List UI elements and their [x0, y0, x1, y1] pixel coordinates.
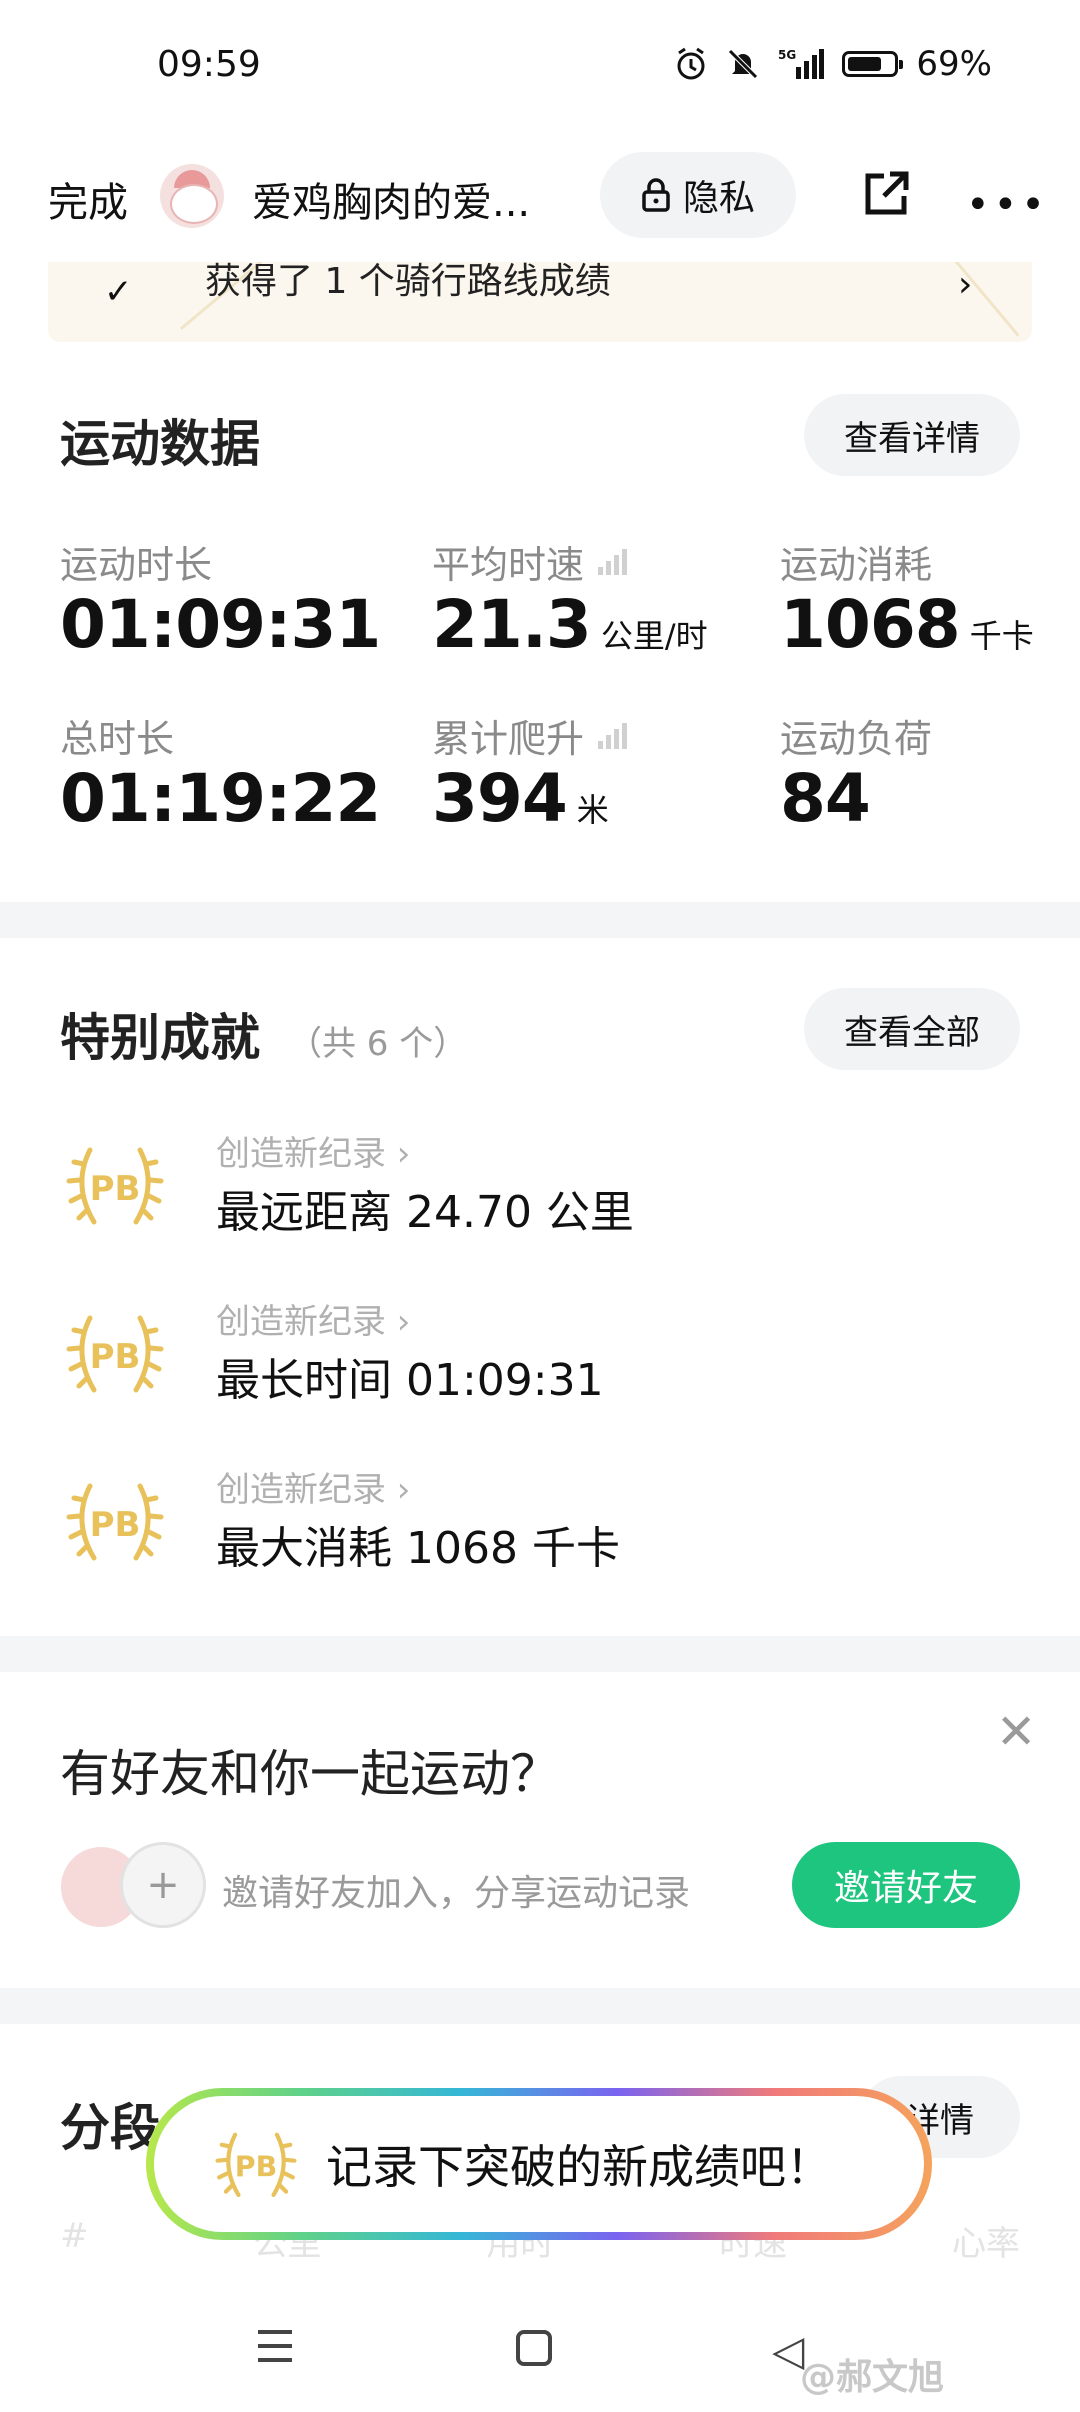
add-friend-icon[interactable]: +: [120, 1842, 206, 1928]
more-icon[interactable]: •••: [966, 185, 1049, 225]
stat-climb: 累计爬升: [432, 708, 628, 763]
menu-icon[interactable]: [256, 2326, 294, 2366]
close-icon[interactable]: ✕: [996, 1708, 1036, 1756]
invite-friends-button[interactable]: 邀请好友: [792, 1842, 1020, 1928]
chart-bars-icon[interactable]: [598, 722, 628, 749]
stat-duration: 运动时长: [60, 534, 212, 589]
achievement-subtitle: 创造新纪录 ›: [216, 1470, 411, 1510]
status-time: 09:59: [157, 44, 261, 85]
privacy-label: 隐私: [682, 178, 755, 219]
svg-text:PB: PB: [90, 1337, 141, 1377]
section-divider: [0, 1988, 1080, 2024]
achievement-text: 最大消耗 1068 千卡: [216, 1523, 620, 1574]
mute-bell-icon: [728, 49, 759, 79]
chevron-right-icon: ›: [958, 264, 973, 305]
avatar[interactable]: [160, 164, 224, 228]
toast-text: 记录下突破的新成绩吧！: [326, 2140, 832, 2194]
user-name[interactable]: 爱鸡胸肉的爱...: [252, 170, 530, 228]
svg-text:PB: PB: [90, 1505, 141, 1545]
battery-icon: [842, 51, 904, 77]
stat-duration-value: 01:09:31: [60, 586, 381, 663]
section-divider: [0, 1636, 1080, 1672]
achievement-row[interactable]: PB 创造新纪录 › 最长时间 01:09:31: [60, 1290, 1020, 1430]
achievement-subtitle: 创造新纪录 ›: [216, 1134, 411, 1174]
invite-title: 有好友和你一起运动？: [60, 1745, 560, 1803]
pb-badge-icon: PB: [66, 1147, 164, 1225]
battery-percent: 69%: [916, 44, 992, 84]
achievement-subtitle: 创造新纪录 ›: [216, 1302, 411, 1342]
alarm-icon: [677, 47, 705, 80]
view-details-button[interactable]: 查看详情: [804, 394, 1020, 476]
stat-label: 运动时长: [60, 543, 213, 587]
svg-text:PB: PB: [90, 1169, 141, 1209]
stat-load-value: 84: [780, 760, 871, 837]
stat-load: 运动负荷: [780, 708, 932, 763]
cycling-route-icon: ✓: [104, 272, 133, 312]
status-icons: 5G 69%: [674, 44, 992, 84]
stat-label: 总时长: [60, 717, 175, 761]
pb-badge-icon: PB: [215, 2132, 297, 2198]
achievement-text: 最长时间 01:09:31: [216, 1355, 604, 1406]
sport-data-title: 运动数据: [60, 415, 260, 473]
stat-avg-speed-value: 21.3 公里/时: [432, 586, 708, 663]
achievement-row[interactable]: PB 创造新纪录 › 最远距离 24.70 公里: [60, 1122, 1020, 1262]
stat-calories-value: 1068 千卡: [780, 586, 1034, 663]
pb-badge-icon: PB: [66, 1483, 164, 1561]
privacy-button[interactable]: 隐私: [600, 152, 796, 238]
pb-badge-icon: PB: [66, 1315, 164, 1393]
done-button[interactable]: 完成: [48, 170, 128, 228]
stat-total-duration-value: 01:19:22: [60, 760, 381, 837]
lock-icon: [642, 178, 670, 212]
achievements-header: 特别成就 （共 6 个）: [60, 998, 467, 1070]
stat-unit: 公里/时: [600, 617, 708, 655]
achievements-count: （共 6 个）: [288, 1024, 468, 1064]
home-icon[interactable]: [516, 2330, 552, 2366]
watermark: @郝文旭: [800, 2357, 945, 2398]
section-divider: [0, 902, 1080, 938]
banner-text: 获得了 1 个骑行路线成绩: [205, 262, 611, 302]
column-header: 心率: [952, 2224, 1020, 2264]
achievement-row[interactable]: PB 创造新纪录 › 最大消耗 1068 千卡: [60, 1458, 1020, 1598]
stat-total-duration: 总时长: [60, 708, 174, 763]
view-all-button[interactable]: 查看全部: [804, 988, 1020, 1070]
achievement-text: 最远距离 24.70 公里: [216, 1187, 634, 1238]
stat-climb-value: 394 米: [432, 760, 609, 837]
invite-text: 邀请好友加入，分享运动记录: [222, 1873, 691, 1914]
svg-text:PB: PB: [235, 2151, 278, 2184]
signal-icon: 5G: [778, 48, 825, 79]
segments-title: 分段: [60, 2099, 160, 2157]
stat-label: 累计爬升: [432, 717, 585, 761]
stat-label: 运动消耗: [780, 543, 933, 587]
stat-unit: 米: [576, 791, 609, 829]
column-header: #: [60, 2216, 89, 2256]
pb-toast[interactable]: PB 记录下突破的新成绩吧！: [146, 2088, 932, 2240]
stat-avg-speed: 平均时速: [432, 534, 628, 589]
stat-label: 运动负荷: [780, 717, 933, 761]
chart-bars-icon[interactable]: [598, 548, 628, 575]
svg-text:5G: 5G: [778, 48, 796, 62]
stat-unit: 千卡: [969, 617, 1034, 655]
stat-label: 平均时速: [432, 543, 585, 587]
achievements-title: 特别成就: [60, 1009, 260, 1067]
share-icon[interactable]: [862, 168, 912, 218]
stat-calories: 运动消耗: [780, 534, 932, 589]
